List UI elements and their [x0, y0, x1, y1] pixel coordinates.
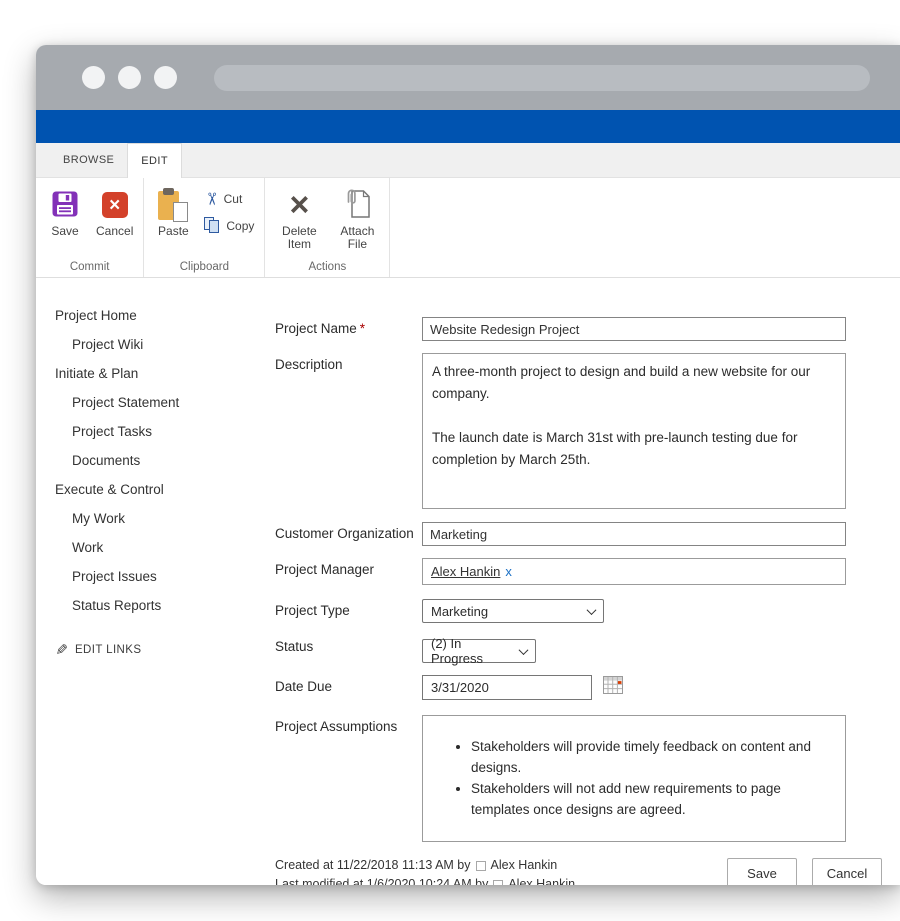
window-control-dot[interactable] [118, 66, 141, 89]
created-by-user: Alex Hankin [491, 856, 558, 875]
customer-organization-input[interactable] [422, 522, 846, 546]
attach-file-label: Attach File [335, 225, 379, 251]
project-name-label: Project Name* [275, 317, 422, 341]
nav-execute-control[interactable]: Execute & Control [55, 482, 275, 498]
copy-pages-icon [204, 217, 221, 234]
modified-by-user: Alex Hankin [508, 875, 575, 885]
save-button[interactable]: Save [727, 858, 797, 885]
required-asterisk: * [360, 321, 365, 336]
paste-button[interactable]: Paste [156, 187, 190, 238]
nav-initiate-plan[interactable]: Initiate & Plan [55, 366, 275, 382]
project-assumptions-label: Project Assumptions [275, 715, 422, 842]
copy-label: Copy [226, 219, 254, 233]
status-value: (2) In Progress [431, 636, 511, 666]
ribbon-save-label: Save [51, 225, 78, 238]
window-controls [82, 66, 177, 89]
status-select[interactable]: (2) In Progress [422, 639, 536, 663]
edit-item-form: Project Name* Description A three-month … [275, 278, 900, 885]
customer-organization-label: Customer Organization [275, 522, 422, 546]
nav-project-statement[interactable]: Project Statement [55, 395, 275, 411]
nav-status-reports[interactable]: Status Reports [55, 598, 275, 614]
cancel-button[interactable]: Cancel [812, 858, 882, 885]
tab-browse[interactable]: BROWSE [50, 143, 127, 177]
nav-my-work[interactable]: My Work [55, 511, 275, 527]
project-assumptions-box[interactable]: Stakeholders will provide timely feedbac… [422, 715, 846, 842]
modified-at-text: Last modified at 1/6/2020 10:24 AM by [275, 875, 488, 885]
edit-links-button[interactable]: ✎ EDIT LINKS [55, 641, 275, 659]
ribbon: Save × Cancel Commit Paste [36, 178, 900, 278]
date-picker-calendar-icon[interactable] [603, 676, 623, 699]
cancel-x-icon: × [102, 192, 128, 218]
ribbon-cancel-button[interactable]: × Cancel [96, 187, 133, 238]
ribbon-group-commit: Save × Cancel Commit [36, 178, 144, 277]
nav-project-tasks[interactable]: Project Tasks [55, 424, 275, 440]
copy-button[interactable]: Copy [204, 217, 254, 234]
delete-item-label: Delete Item [277, 225, 321, 251]
attach-file-paperclip-icon [344, 188, 371, 222]
paste-label: Paste [158, 225, 189, 238]
chevron-down-icon [587, 605, 597, 615]
status-label: Status [275, 635, 422, 663]
created-modified-stamps: Created at 11/22/2018 11:13 AM by Alex H… [275, 856, 727, 885]
project-type-label: Project Type [275, 599, 422, 623]
assumption-item: Stakeholders will not add new requiremen… [471, 778, 831, 820]
nav-project-home[interactable]: Project Home [55, 308, 275, 324]
presence-indicator-icon [493, 880, 503, 886]
nav-work[interactable]: Work [55, 540, 275, 556]
ribbon-save-button[interactable]: Save [48, 187, 82, 238]
group-label-clipboard: Clipboard [144, 261, 264, 273]
date-due-input[interactable] [422, 675, 592, 700]
nav-project-issues[interactable]: Project Issues [55, 569, 275, 585]
tab-edit[interactable]: EDIT [127, 143, 182, 178]
ribbon-cancel-label: Cancel [96, 225, 133, 238]
save-floppy-icon [52, 191, 78, 220]
window-control-dot[interactable] [82, 66, 105, 89]
created-at-text: Created at 11/22/2018 11:13 AM by [275, 856, 471, 875]
paste-clipboard-icon [158, 188, 188, 222]
ribbon-group-actions: × Delete Item Attach File Actions [265, 178, 390, 277]
ribbon-tabstrip: BROWSE EDIT [36, 143, 900, 178]
group-label-commit: Commit [36, 261, 143, 273]
assumption-item: Stakeholders will provide timely feedbac… [471, 736, 831, 778]
date-due-label: Date Due [275, 675, 422, 700]
attach-file-button[interactable]: Attach File [335, 187, 379, 251]
pencil-icon: ✎ [55, 641, 68, 659]
description-label: Description [275, 353, 422, 514]
nav-project-wiki[interactable]: Project Wiki [55, 337, 275, 353]
group-label-actions: Actions [265, 261, 389, 273]
form-footer: Created at 11/22/2018 11:13 AM by Alex H… [275, 856, 882, 885]
chevron-down-icon [519, 645, 529, 655]
delete-x-icon: × [289, 190, 309, 220]
ribbon-group-clipboard: Paste ✂ Cut Copy Clipboard [144, 178, 265, 277]
description-textarea[interactable]: A three-month project to design and buil… [422, 353, 846, 509]
remove-person-x[interactable]: x [505, 564, 512, 579]
suite-bar [36, 110, 900, 143]
address-bar[interactable] [214, 65, 870, 91]
page-content: Project Home Project Wiki Initiate & Pla… [36, 278, 900, 885]
project-type-select[interactable]: Marketing [422, 599, 604, 623]
scissors-icon: ✂ [201, 192, 221, 206]
edit-links-label: EDIT LINKS [75, 644, 141, 656]
browser-window: BROWSE EDIT [36, 45, 900, 885]
quick-launch-nav: Project Home Project Wiki Initiate & Pla… [36, 278, 275, 885]
project-type-value: Marketing [431, 604, 488, 619]
nav-documents[interactable]: Documents [55, 453, 275, 469]
project-manager-label: Project Manager [275, 558, 422, 585]
project-manager-people-picker[interactable]: Alex Hankin x [422, 558, 846, 585]
project-name-input[interactable] [422, 317, 846, 341]
cut-button[interactable]: ✂ Cut [204, 189, 254, 209]
presence-indicator-icon [476, 861, 486, 871]
person-link[interactable]: Alex Hankin [431, 564, 500, 579]
delete-item-button[interactable]: × Delete Item [277, 187, 321, 251]
browser-titlebar [36, 45, 900, 110]
window-control-dot[interactable] [154, 66, 177, 89]
cut-label: Cut [224, 192, 243, 206]
